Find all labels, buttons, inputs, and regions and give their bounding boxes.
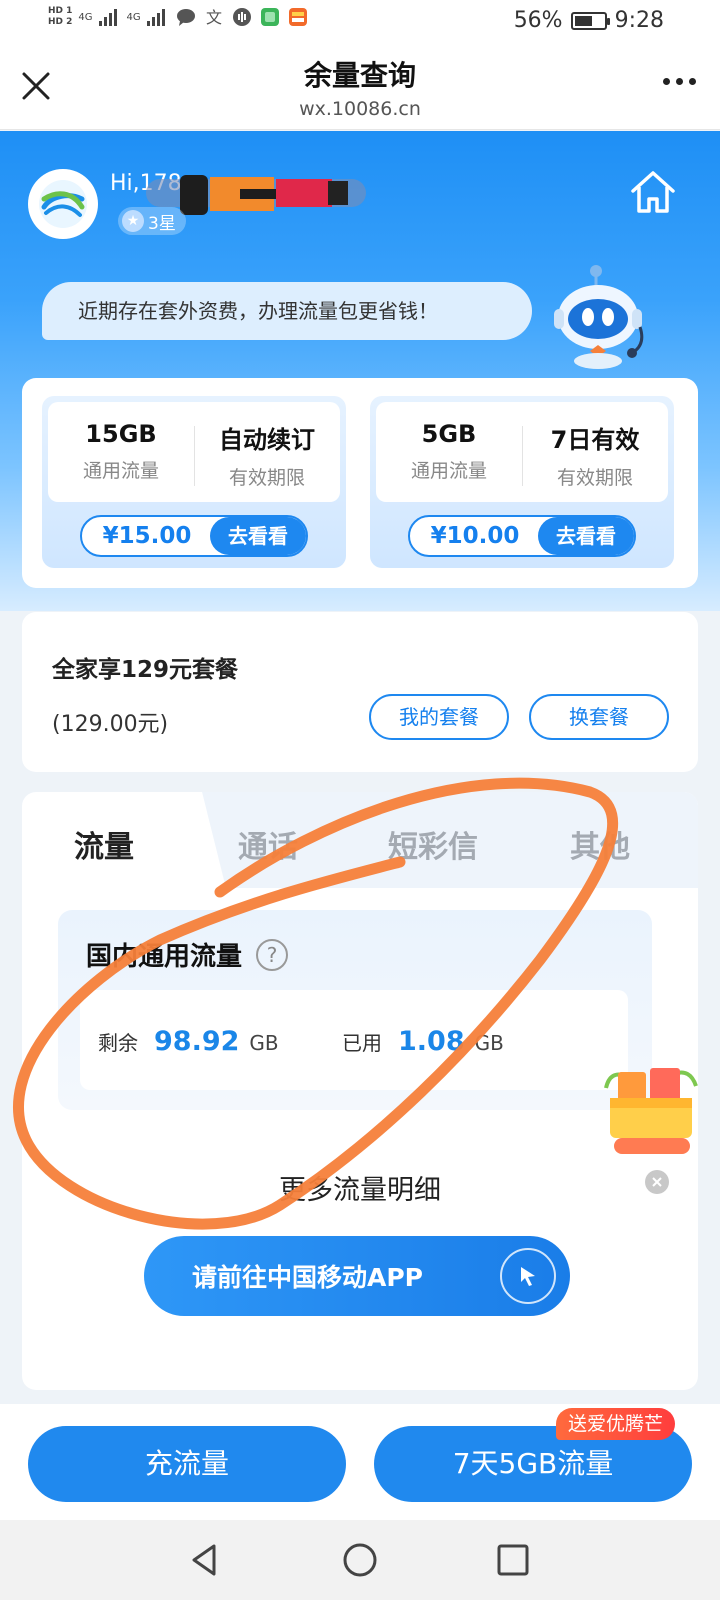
used-label: 已用 [342,1031,382,1055]
package-info: 15GB 通用流量 自动续订 有效期限 [48,402,340,502]
app-green-icon [259,6,281,28]
package-validity-col: 7日有效 有效期限 [522,420,668,490]
remaining-value: 98.92 [154,1026,240,1057]
hd-indicators: HD 1 HD 2 [48,6,72,28]
domestic-data-title-row: 国内通用流量 ? [86,936,289,973]
package-size-col: 5GB 通用流量 [376,420,522,483]
status-bar: HD 1 HD 2 4G 4G 文 56% 9:28 [0,0,720,44]
remaining-unit: GB [249,1031,279,1055]
home-icon[interactable] [628,169,678,215]
my-plan-button[interactable]: 我的套餐 [369,694,509,740]
change-plan-button[interactable]: 换套餐 [529,694,669,740]
package-price: ¥15.00 [102,523,192,549]
robot-assistant-icon[interactable] [550,261,670,371]
promo-badge: 送爱优腾芒 [556,1408,676,1440]
status-left: HD 1 HD 2 4G 4G 文 [48,6,309,28]
clock: 9:28 [614,8,664,33]
battery-percent: 56% [513,8,563,33]
package-price: ¥10.00 [430,523,520,549]
home-circle-icon[interactable] [340,1540,380,1580]
more-data-details-link[interactable]: 更多流量明细 [22,1168,698,1207]
plan-name: 全家享129元套餐 [52,657,239,683]
battery-icon [570,11,610,30]
package-size: 15GB [85,420,157,448]
tab-calls[interactable]: 通话 [238,822,298,866]
package-card-5gb[interactable]: 5GB 通用流量 7日有效 有效期限 ¥10.00 去看看 [370,396,674,568]
package-card-15gb[interactable]: 15GB 通用流量 自动续订 有效期限 ¥15.00 去看看 [42,396,346,568]
close-promo-icon[interactable] [645,1170,669,1194]
current-plan-card: 全家享129元套餐 (129.00元) 我的套餐 换套餐 [22,612,698,772]
plan-price: (129.00元) [52,712,169,737]
member-level-label: 3星 [148,213,176,234]
domestic-data-title: 国内通用流量 [86,942,243,972]
more-options-icon[interactable] [663,78,696,85]
signal1-icon [98,9,117,26]
network1-label: 4G [78,11,93,23]
app-orange-icon [287,6,309,28]
signal2-icon [146,9,165,26]
used-unit: GB [474,1031,504,1055]
package-go-label: 去看看 [538,517,634,555]
open-app-label: 请前往中国移动APP [192,1263,423,1292]
translate-icon: 文 [203,6,225,28]
tab-data[interactable]: 流量 [74,822,134,866]
used-value: 1.08 [398,1026,465,1057]
cursor-pointer-icon [500,1248,556,1304]
package-info: 5GB 通用流量 7日有效 有效期限 [376,402,668,502]
package-validity: 自动续订 [219,426,315,454]
remaining-label: 剩余 [98,1031,138,1055]
china-mobile-logo [28,169,98,239]
package-buy-button[interactable]: ¥10.00 去看看 [408,515,636,557]
package-size: 5GB [421,420,477,448]
chat-bubble-icon [175,6,197,28]
svg-text:文: 文 [206,8,222,27]
remaining-stat: 剩余 98.92 GB [98,1026,279,1057]
package-size-col: 15GB 通用流量 [48,420,194,483]
tab-sms[interactable]: 短彩信 [388,822,478,866]
hd1-label: HD 1 [48,6,73,16]
status-right: 56% 9:28 [514,8,664,33]
network2-label: 4G [126,11,141,23]
audio-icon [231,6,253,28]
page-url: wx.10086.cn [299,98,421,120]
gift-box-icon [604,1068,698,1154]
member-level-badge: ★ 3星 [118,207,186,235]
data-stats: 剩余 98.92 GB 已用 1.08 GB [80,990,628,1090]
used-stat: 已用 1.08 GB [342,1026,504,1057]
package-validity: 7日有效 [550,426,640,454]
floating-promo[interactable] [600,1058,702,1160]
package-buy-button[interactable]: ¥15.00 去看看 [80,515,308,557]
notice-bubble: 近期存在套外资费，办理流量包更省钱！ [42,282,532,340]
package-offers: 15GB 通用流量 自动续订 有效期限 ¥15.00 去看看 5GB 通用流量 … [22,378,698,588]
back-triangle-icon[interactable] [186,1540,226,1580]
title-bar: 余量查询 wx.10086.cn [0,44,720,130]
open-app-button[interactable]: 请前往中国移动APP [144,1236,570,1316]
package-size-label: 通用流量 [82,460,159,482]
package-validity-label: 有效期限 [228,467,305,489]
package-validity-label: 有效期限 [556,467,633,489]
tab-other[interactable]: 其他 [570,822,630,866]
star-icon: ★ [122,210,144,232]
package-size-label: 通用流量 [410,460,487,482]
hd2-label: HD 2 [48,17,73,27]
usage-card: 流量 通话 短彩信 其他 国内通用流量 ? 剩余 98.92 GB 已用 1.0… [22,792,698,1390]
recent-apps-icon[interactable] [493,1540,533,1580]
system-nav-bar [0,1520,720,1600]
page-title: 余量查询 [303,59,416,92]
package-go-label: 去看看 [210,517,306,555]
recharge-data-button[interactable]: 充流量 [28,1426,346,1502]
help-icon[interactable]: ? [256,938,289,971]
domestic-data-panel: 国内通用流量 ? 剩余 98.92 GB 已用 1.08 GB [58,910,652,1110]
package-validity-col: 自动续订 有效期限 [194,420,340,490]
